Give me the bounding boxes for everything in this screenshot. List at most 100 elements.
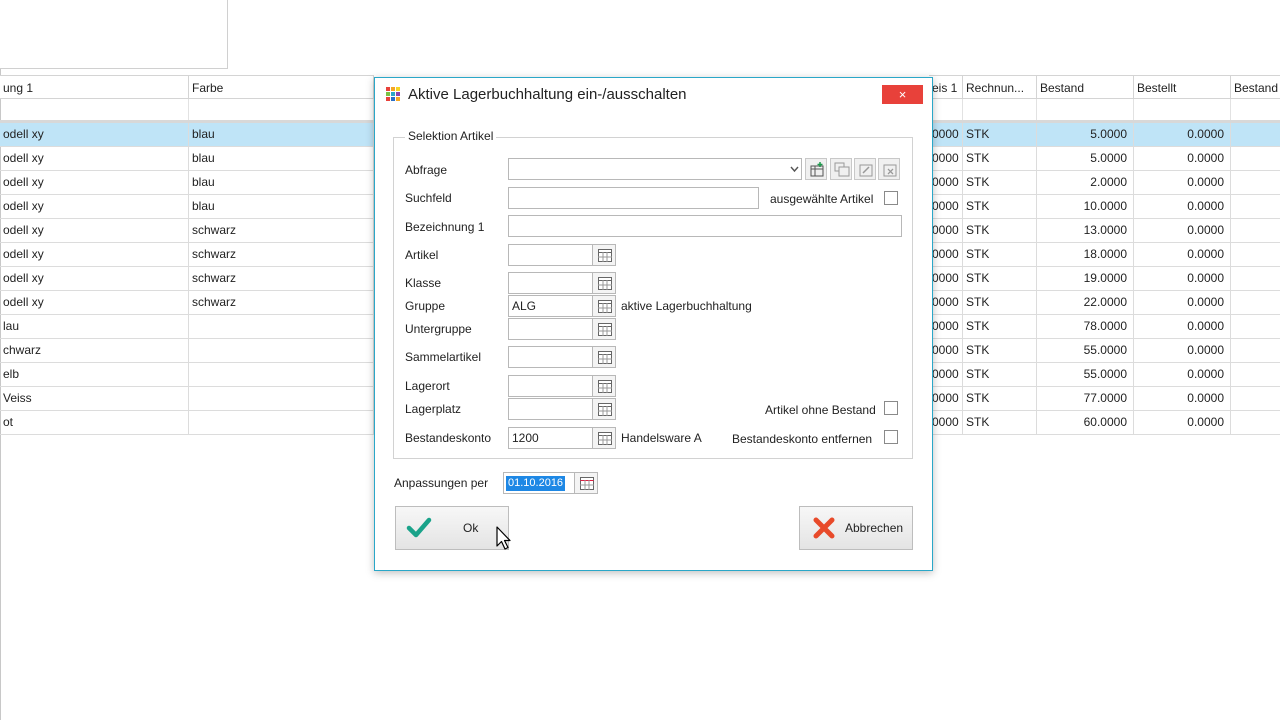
cell-bestand2	[1231, 147, 1280, 171]
bestandeskonto-lookup-icon[interactable]	[592, 427, 616, 449]
cell-farbe	[189, 315, 374, 339]
cell-bez1: Veiss	[0, 387, 189, 411]
cell-einheit: STK	[963, 411, 1037, 435]
filter-cell-bestand[interactable]	[1037, 99, 1134, 120]
gruppe-description: aktive Lagerbuchhaltung	[621, 299, 752, 313]
sammelartikel-label: Sammelartikel	[405, 350, 482, 364]
filter-cell-bestellt[interactable]	[1134, 99, 1231, 120]
cell-bestand: 2.0000	[1037, 171, 1134, 195]
ausgewaehlte-artikel-label: ausgewählte Artikel	[770, 192, 874, 206]
cell-bestand2	[1231, 363, 1280, 387]
cell-bestand2	[1231, 267, 1280, 291]
cell-preis: 0000	[929, 387, 963, 411]
cell-farbe: schwarz	[189, 291, 374, 315]
lagerort-input[interactable]	[508, 375, 593, 397]
cell-bestellt: 0.0000	[1134, 243, 1231, 267]
untergruppe-lookup-icon[interactable]	[592, 318, 616, 340]
lagerort-lookup-icon[interactable]	[592, 375, 616, 397]
cell-einheit: STK	[963, 219, 1037, 243]
column-header-farbe[interactable]: Farbe	[189, 75, 374, 99]
cell-einheit: STK	[963, 315, 1037, 339]
cell-bestand2	[1231, 315, 1280, 339]
dialog-titlebar[interactable]: Aktive Lagerbuchhaltung ein-/ausschalten…	[375, 78, 932, 112]
cell-einheit: STK	[963, 363, 1037, 387]
artikel-input[interactable]	[508, 244, 593, 266]
lagerplatz-input[interactable]	[508, 398, 593, 420]
cell-bestellt: 0.0000	[1134, 315, 1231, 339]
cell-bestand2	[1231, 123, 1280, 147]
chevron-down-icon[interactable]	[787, 158, 802, 180]
lagerort-label: Lagerort	[405, 379, 450, 393]
cell-bestand: 18.0000	[1037, 243, 1134, 267]
cell-farbe	[189, 411, 374, 435]
cell-einheit: STK	[963, 291, 1037, 315]
konto-entfernen-checkbox[interactable]	[884, 430, 898, 444]
ohne-bestand-checkbox[interactable]	[884, 401, 898, 415]
bezeichnung-input[interactable]	[508, 215, 902, 237]
sammelartikel-input[interactable]	[508, 346, 593, 368]
cell-bestand: 19.0000	[1037, 267, 1134, 291]
query-delete-icon[interactable]	[878, 158, 900, 180]
cell-bestand2	[1231, 339, 1280, 363]
cell-preis: 0000	[929, 219, 963, 243]
filter-cell-einheit[interactable]	[963, 99, 1037, 120]
cell-preis: 0000	[929, 411, 963, 435]
cell-farbe: blau	[189, 195, 374, 219]
bestandeskonto-input[interactable]: 1200	[508, 427, 593, 449]
calendar-icon[interactable]	[574, 472, 598, 494]
anpassungen-date-value: 01.10.2016	[506, 476, 566, 491]
query-add-icon[interactable]	[805, 158, 827, 180]
abfrage-select[interactable]	[508, 158, 802, 180]
cell-preis: 0000	[929, 339, 963, 363]
artikel-label: Artikel	[405, 248, 439, 262]
query-copy-icon[interactable]	[830, 158, 852, 180]
column-header-einheit[interactable]: Rechnun...	[963, 75, 1037, 99]
column-header-bez1[interactable]: ung 1	[0, 75, 189, 99]
lagerplatz-lookup-icon[interactable]	[592, 398, 616, 420]
cell-bez1: ot	[0, 411, 189, 435]
artikel-lookup-icon[interactable]	[592, 244, 616, 266]
cell-bez1: odell xy	[0, 195, 189, 219]
cell-farbe: blau	[189, 147, 374, 171]
query-edit-icon[interactable]	[854, 158, 876, 180]
gruppe-lookup-icon[interactable]	[592, 295, 616, 317]
klasse-input[interactable]	[508, 272, 593, 294]
cell-bestellt: 0.0000	[1134, 171, 1231, 195]
column-header-bestellt[interactable]: Bestellt	[1134, 75, 1231, 99]
cell-bestand: 5.0000	[1037, 123, 1134, 147]
column-header-bestand2[interactable]: Bestand	[1231, 75, 1280, 99]
group-title: Selektion Artikel	[405, 129, 497, 143]
klasse-lookup-icon[interactable]	[592, 272, 616, 294]
filter-cell-preis[interactable]	[929, 99, 963, 120]
cell-bestand2	[1231, 171, 1280, 195]
suchfeld-input[interactable]	[508, 187, 759, 209]
gruppe-input[interactable]: ALG	[508, 295, 593, 317]
filter-cell-bestand2[interactable]	[1231, 99, 1280, 120]
close-icon: ×	[898, 87, 907, 102]
abfrage-label: Abfrage	[405, 163, 448, 177]
cell-bestand: 10.0000	[1037, 195, 1134, 219]
sammelartikel-lookup-icon[interactable]	[592, 346, 616, 368]
cell-bez1: odell xy	[0, 291, 189, 315]
ok-button[interactable]: Ok	[395, 506, 509, 550]
cell-bez1: odell xy	[0, 147, 189, 171]
cell-bestellt: 0.0000	[1134, 387, 1231, 411]
untergruppe-input[interactable]	[508, 318, 593, 340]
column-header-preis[interactable]: eis 1	[929, 75, 963, 99]
cell-bestand: 5.0000	[1037, 147, 1134, 171]
ausgewaehlte-artikel-checkbox[interactable]	[884, 191, 898, 205]
cell-bestellt: 0.0000	[1134, 411, 1231, 435]
close-button[interactable]: ×	[882, 85, 923, 104]
anpassungen-date-input[interactable]: 01.10.2016	[503, 472, 575, 494]
ok-button-label: Ok	[463, 521, 479, 535]
cell-bestand2	[1231, 291, 1280, 315]
filter-cell-farbe[interactable]	[189, 99, 374, 120]
cell-einheit: STK	[963, 387, 1037, 411]
cancel-button-label: Abbrechen	[845, 521, 904, 535]
cancel-button[interactable]: Abbrechen	[799, 506, 913, 550]
cell-einheit: STK	[963, 171, 1037, 195]
filter-cell-bez1[interactable]	[0, 99, 189, 120]
column-header-bestand[interactable]: Bestand	[1037, 75, 1134, 99]
cell-bez1: odell xy	[0, 243, 189, 267]
cell-bez1: odell xy	[0, 123, 189, 147]
